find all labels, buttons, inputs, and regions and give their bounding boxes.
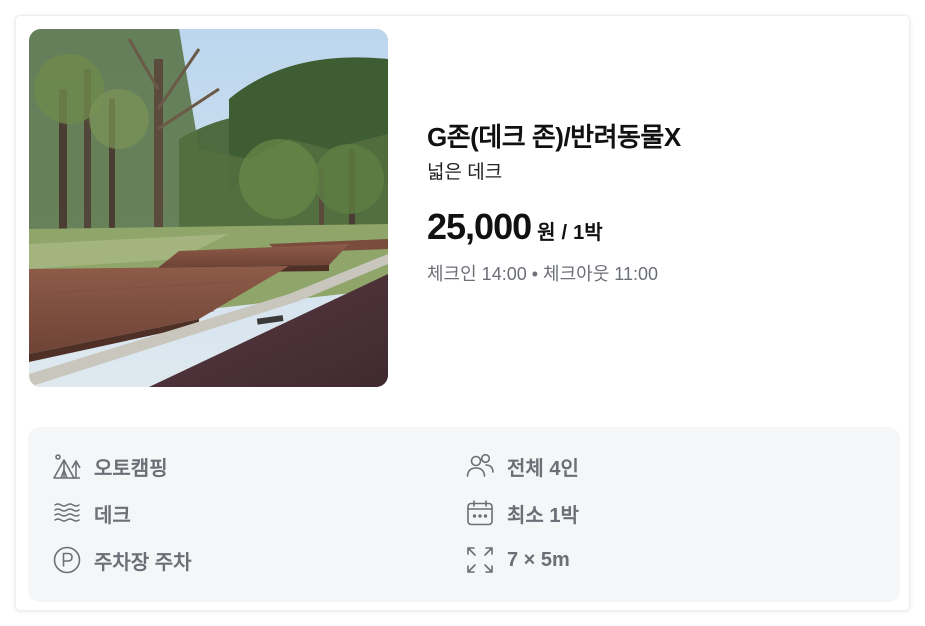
feature-size-label: 7 × 5m (507, 548, 570, 571)
feature-parking-label: 주차장 주차 (94, 551, 192, 574)
campsite-info: G존(데크 존)/반려동물X 넓은 데크 25,000 원 / 1박 체크인 1… (427, 120, 887, 286)
deck-icon (52, 498, 82, 528)
price-per-night: 1박 (573, 222, 603, 244)
feature-panel: 오토캠핑 데크 주차장 주차 전체 4인 최소 1박 7 × 5m (28, 427, 900, 602)
campsite-photo-image (29, 29, 388, 387)
price-separator: / (561, 222, 568, 244)
price-amount: 25,000 (427, 206, 532, 247)
tent-icon (52, 451, 82, 481)
expand-icon (465, 545, 495, 575)
checkin-time: 체크인 14:00 (427, 264, 527, 284)
feature-floor-label: 데크 (94, 504, 131, 527)
feature-min-stay-label: 최소 1박 (507, 504, 579, 527)
feature-parking: 주차장 주차 (52, 545, 192, 575)
feature-camping-type: 오토캠핑 (52, 451, 168, 481)
checkout-time: 체크아웃 11:00 (543, 264, 658, 284)
price-currency: 원 (537, 222, 556, 244)
site-title: G존(데크 존)/반려동물X (427, 122, 681, 152)
checkin-checkout: 체크인 14:00 • 체크아웃 11:00 (427, 260, 887, 286)
feature-capacity: 전체 4인 (465, 451, 579, 481)
bullet-separator: • (531, 264, 539, 284)
parking-icon (52, 545, 82, 575)
feature-min-stay: 최소 1박 (465, 498, 579, 528)
campsite-photo[interactable] (29, 29, 388, 387)
feature-camping-type-label: 오토캠핑 (94, 457, 168, 480)
feature-capacity-label: 전체 4인 (507, 457, 579, 480)
site-subtitle: 넓은 데크 (427, 162, 503, 183)
people-icon (465, 451, 495, 481)
feature-size: 7 × 5m (465, 545, 570, 575)
campsite-card[interactable]: G존(데크 존)/반려동물X 넓은 데크 25,000 원 / 1박 체크인 1… (16, 16, 909, 610)
calendar-icon (465, 498, 495, 528)
feature-floor: 데크 (52, 498, 131, 528)
price-row: 25,000 원 / 1박 (427, 206, 887, 248)
